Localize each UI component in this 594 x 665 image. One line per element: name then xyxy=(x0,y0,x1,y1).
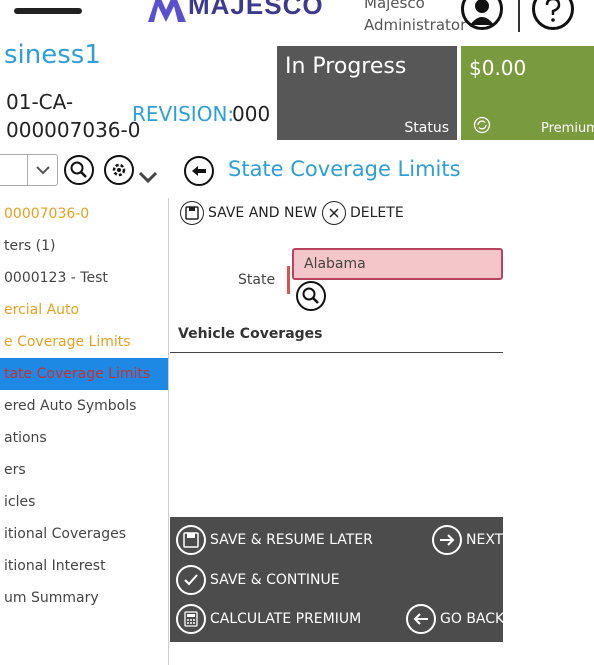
page-title: State Coverage Limits xyxy=(228,157,461,181)
back-arrow-icon[interactable] xyxy=(184,156,214,186)
state-search-icon[interactable] xyxy=(296,281,326,311)
status-label: Status xyxy=(404,120,449,136)
user-name: Majesco Administrator xyxy=(364,0,466,36)
floppy-disk-icon xyxy=(176,525,206,555)
gear-icon[interactable] xyxy=(104,155,134,185)
save-continue-label: SAVE & CONTINUE xyxy=(210,572,340,588)
sidebar-item-drivers[interactable]: ers xyxy=(0,454,168,486)
sidebar-item-auto-symbols[interactable]: ered Auto Symbols xyxy=(0,390,168,422)
state-input[interactable]: Alabama xyxy=(292,248,503,280)
policy-number: 01-CA- 000007036-0 xyxy=(6,88,140,144)
help-icon[interactable] xyxy=(532,0,574,30)
sidebar-item-policy[interactable]: 00007036-0 xyxy=(0,198,168,230)
checkmark-icon xyxy=(176,565,206,595)
sidebar-item-account[interactable]: 0000123 - Test xyxy=(0,262,168,294)
logo-mark-icon xyxy=(148,0,186,22)
premium-value: $0.00 xyxy=(469,56,527,80)
save-resume-label: SAVE & RESUME LATER xyxy=(210,532,373,548)
delete-label: DELETE xyxy=(350,205,404,221)
next-label: NEXT xyxy=(466,532,504,548)
revision-label: REVISION: xyxy=(132,102,235,126)
sidebar-item-additional-coverages[interactable]: itional Coverages xyxy=(0,518,168,550)
calculate-premium-label: CALCULATE PREMIUM xyxy=(210,611,362,627)
sidebar-item-filters[interactable]: ters (1) xyxy=(0,230,168,262)
chevron-down-icon[interactable] xyxy=(138,168,158,187)
close-icon xyxy=(322,201,346,225)
nav-select[interactable] xyxy=(0,154,58,186)
logo-text: MAJESCO xyxy=(188,0,324,20)
save-and-new-button[interactable]: SAVE AND NEW xyxy=(180,201,317,225)
save-and-new-label: SAVE AND NEW xyxy=(208,205,318,221)
premium-label: Premium xyxy=(541,121,594,136)
search-icon[interactable] xyxy=(64,155,94,185)
refresh-icon[interactable] xyxy=(473,116,491,134)
section-divider xyxy=(170,352,503,353)
sidebar-item-state-coverage-limits[interactable]: tate Coverage Limits xyxy=(0,358,168,390)
next-button[interactable]: NEXT xyxy=(432,525,503,555)
sidebar-item-additional-interest[interactable]: itional Interest xyxy=(0,550,168,582)
arrow-right-icon xyxy=(432,525,462,555)
sidebar-item-premium-summary[interactable]: um Summary xyxy=(0,582,168,614)
save-resume-later-button[interactable]: SAVE & RESUME LATER xyxy=(176,525,373,555)
question-mark-icon xyxy=(545,0,561,22)
go-back-button[interactable]: GO BACK xyxy=(406,604,504,634)
hamburger-menu-icon[interactable] xyxy=(14,0,82,28)
required-indicator xyxy=(287,266,290,294)
vehicle-coverages-heading: Vehicle Coverages xyxy=(178,326,323,342)
delete-button[interactable]: DELETE xyxy=(322,201,404,225)
user-name-line2: Administrator xyxy=(364,16,467,34)
user-name-line1: Majesco xyxy=(364,0,425,12)
calculate-premium-button[interactable]: CALCULATE PREMIUM xyxy=(176,604,361,634)
sidebar-item-commercial-auto[interactable]: ercial Auto xyxy=(0,294,168,326)
state-label: State xyxy=(238,272,276,288)
sidebar-item-vehicles[interactable]: icles xyxy=(0,486,168,518)
floppy-disk-icon xyxy=(180,201,204,225)
save-continue-button[interactable]: SAVE & CONTINUE xyxy=(176,565,340,595)
sidebar-item-locations[interactable]: ations xyxy=(0,422,168,454)
revision-value: 000 xyxy=(232,102,271,126)
arrow-left-icon xyxy=(406,604,436,634)
action-panel: SAVE & RESUME LATER NEXT SAVE & CONTINUE… xyxy=(170,517,504,642)
majesco-logo: MAJESCO xyxy=(148,0,328,26)
calculator-icon xyxy=(176,604,206,634)
status-value: In Progress xyxy=(285,54,407,79)
user-glyph-icon xyxy=(470,0,494,25)
business-name: siness1 xyxy=(4,40,101,70)
user-icon[interactable] xyxy=(461,0,503,30)
chevron-down-icon xyxy=(27,155,57,185)
header-divider xyxy=(518,0,520,32)
policy-number-line2: 000007036-0 xyxy=(6,118,141,142)
sidebar-nav: 00007036-0 ters (1) 0000123 - Test ercia… xyxy=(0,198,169,665)
go-back-label: GO BACK xyxy=(440,611,505,627)
status-tile: In Progress Status xyxy=(277,46,457,140)
policy-number-line1: 01-CA- xyxy=(6,90,74,114)
sidebar-item-coverage-limits[interactable]: e Coverage Limits xyxy=(0,326,168,358)
premium-tile: $0.00 Premium xyxy=(461,46,594,140)
